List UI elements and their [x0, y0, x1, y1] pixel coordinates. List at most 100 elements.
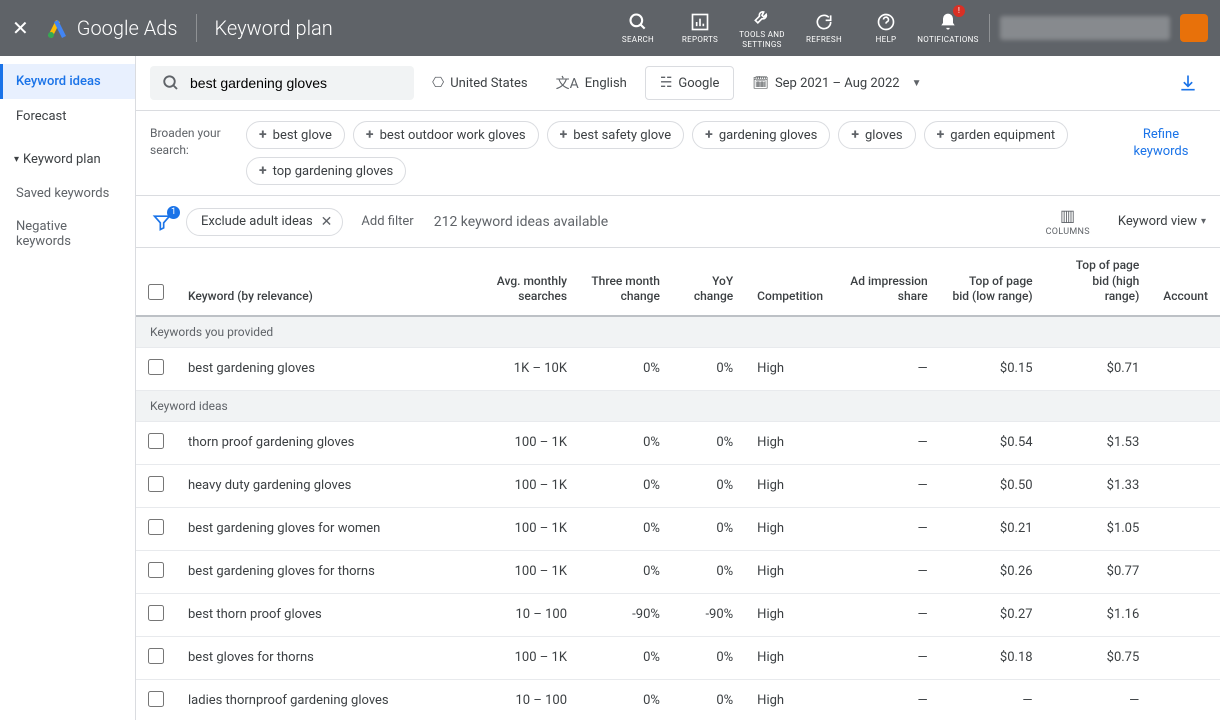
refine-keywords-button[interactable]: Refine keywords [1116, 121, 1206, 167]
exclude-adult-chip: Exclude adult ideas ✕ [186, 208, 343, 236]
header-tool-search[interactable]: SEARCH [607, 7, 669, 49]
account-info[interactable] [1000, 16, 1170, 40]
broaden-chip[interactable]: +best glove [246, 121, 345, 149]
sidebar-item-forecast[interactable]: Forecast [0, 99, 135, 134]
row-checkbox[interactable] [148, 562, 164, 578]
cell-bid-high: $0.77 [1045, 550, 1152, 593]
col-yoy[interactable]: YoY change [672, 248, 745, 316]
add-filter-button[interactable]: Add filter [361, 214, 413, 229]
table-row: ladies thornproof gardening gloves10 – 1… [136, 679, 1220, 720]
cell-avg: 100 – 1K [476, 421, 579, 464]
col-keyword[interactable]: Keyword (by relevance) [176, 248, 476, 316]
plus-icon: + [259, 127, 267, 143]
broaden-chip[interactable]: +garden equipment [924, 121, 1069, 149]
cell-impression: — [835, 464, 940, 507]
cell-bid-low: $0.50 [940, 464, 1045, 507]
avatar[interactable] [1180, 14, 1208, 42]
search-input[interactable] [190, 75, 402, 91]
columns-icon: ▥ [1060, 206, 1075, 225]
cell-bid-low: $0.15 [940, 347, 1045, 390]
header-tool-help[interactable]: HELP [855, 7, 917, 49]
cell-account [1151, 679, 1220, 720]
col-account[interactable]: Account [1151, 248, 1220, 316]
table-row: thorn proof gardening gloves100 – 1K0%0%… [136, 421, 1220, 464]
sidebar-item-keyword-ideas[interactable]: Keyword ideas [0, 64, 135, 99]
cell-competition: High [745, 347, 835, 390]
cell-keyword: ladies thornproof gardening gloves [176, 679, 476, 720]
sidebar-item-saved-keywords[interactable]: Saved keywords [0, 177, 135, 210]
cell-avg: 10 – 100 [476, 679, 579, 720]
cell-account [1151, 347, 1220, 390]
sidebar-section-keyword-plan[interactable]: Keyword plan [0, 142, 135, 177]
location-selector[interactable]: ⎔ United States [422, 69, 538, 97]
google-ads-logo-icon [45, 16, 69, 40]
col-impression[interactable]: Ad impression share [835, 248, 940, 316]
cell-avg: 1K – 10K [476, 347, 579, 390]
cell-three-month: 0% [579, 421, 672, 464]
cell-impression: — [835, 636, 940, 679]
cell-three-month: 0% [579, 636, 672, 679]
header-tool-tools[interactable]: TOOLS AND SETTINGS [731, 7, 793, 49]
broaden-chip[interactable]: +best safety glove [547, 121, 685, 149]
col-competition[interactable]: Competition [745, 248, 835, 316]
row-checkbox[interactable] [148, 519, 164, 535]
cell-three-month: 0% [579, 679, 672, 720]
targeting-bar: ⎔ United States 文A English ☵ Google 🗓 Se… [136, 56, 1220, 111]
row-checkbox[interactable] [148, 359, 164, 375]
page-title: Keyword plan [215, 16, 333, 40]
cell-keyword: thorn proof gardening gloves [176, 421, 476, 464]
table-row: best gloves for thorns100 – 1K0%0%High—$… [136, 636, 1220, 679]
header-tool-refresh[interactable]: REFRESH [793, 7, 855, 49]
cell-account [1151, 421, 1220, 464]
sidebar-item-negative-keywords[interactable]: Negative keywords [0, 210, 135, 258]
col-bid-low[interactable]: Top of page bid (low range) [940, 248, 1045, 316]
broaden-chip[interactable]: +gloves [838, 121, 915, 149]
row-checkbox[interactable] [148, 648, 164, 664]
date-range-selector[interactable]: 🗓 Sep 2021 – Aug 2022 ▼ [742, 70, 931, 97]
plus-icon: + [937, 127, 945, 143]
table-row: best thorn proof gloves10 – 100-90%-90%H… [136, 593, 1220, 636]
cell-bid-high: $0.71 [1045, 347, 1152, 390]
broaden-chip[interactable]: +best outdoor work gloves [353, 121, 539, 149]
cell-bid-high: $1.05 [1045, 507, 1152, 550]
language-selector[interactable]: 文A English [546, 67, 637, 99]
broaden-chip[interactable]: +top gardening gloves [246, 157, 406, 185]
cell-avg: 100 – 1K [476, 464, 579, 507]
view-mode-selector[interactable]: Keyword view [1118, 214, 1206, 229]
cell-impression: — [835, 421, 940, 464]
cell-account [1151, 593, 1220, 636]
header-divider [196, 14, 197, 42]
select-all-checkbox[interactable] [148, 284, 164, 300]
header-tool-bell[interactable]: NOTIFICATIONS! [917, 7, 979, 49]
cell-three-month: 0% [579, 507, 672, 550]
download-button[interactable] [1170, 69, 1206, 97]
cell-bid-low: $0.21 [940, 507, 1045, 550]
plus-icon: + [851, 127, 859, 143]
main-content: ⎔ United States 文A English ☵ Google 🗓 Se… [136, 56, 1220, 720]
filter-icon[interactable]: 1 [150, 210, 174, 234]
cell-yoy: 0% [672, 347, 745, 390]
plus-icon: + [366, 127, 374, 143]
calendar-icon: 🗓 [752, 76, 769, 91]
col-three-month[interactable]: Three month change [579, 248, 672, 316]
cell-account [1151, 550, 1220, 593]
cell-bid-low: $0.18 [940, 636, 1045, 679]
broaden-chip[interactable]: +gardening gloves [692, 121, 830, 149]
row-checkbox[interactable] [148, 691, 164, 707]
cell-yoy: -90% [672, 593, 745, 636]
col-bid-high[interactable]: Top of page bid (high range) [1045, 248, 1152, 316]
cell-bid-high: $1.53 [1045, 421, 1152, 464]
row-checkbox[interactable] [148, 605, 164, 621]
remove-filter-icon[interactable]: ✕ [321, 214, 333, 230]
columns-button[interactable]: ▥ COLUMNS [1046, 206, 1090, 237]
keyword-search-box[interactable] [150, 66, 414, 100]
network-selector[interactable]: ☵ Google [645, 66, 735, 100]
row-checkbox[interactable] [148, 476, 164, 492]
close-icon[interactable]: ✕ [12, 16, 29, 40]
row-checkbox[interactable] [148, 433, 164, 449]
cell-yoy: 0% [672, 464, 745, 507]
cell-keyword: best gardening gloves [176, 347, 476, 390]
broaden-search-bar: Broaden your search: +best glove+best ou… [136, 111, 1220, 196]
header-tool-reports[interactable]: REPORTS [669, 7, 731, 49]
col-avg[interactable]: Avg. monthly searches [476, 248, 579, 316]
